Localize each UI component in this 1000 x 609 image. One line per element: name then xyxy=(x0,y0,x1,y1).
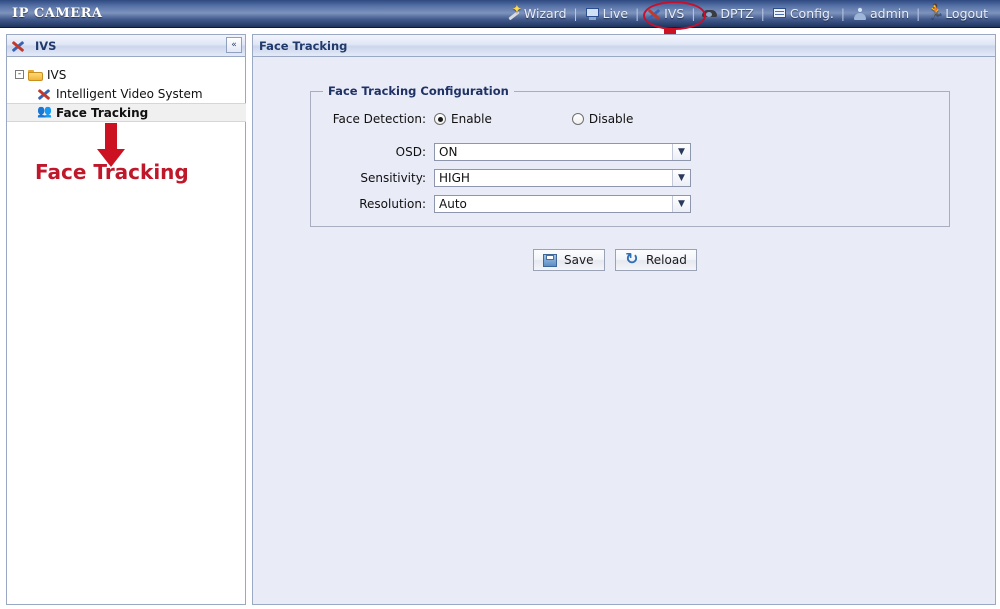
sensitivity-label: Sensitivity: xyxy=(360,171,426,185)
reload-icon xyxy=(625,249,640,268)
sensitivity-value: HIGH xyxy=(439,171,470,185)
nav-item-dptz[interactable]: DPTZ xyxy=(698,6,757,21)
content-panel: Face Tracking Face Tracking Configuratio… xyxy=(252,34,996,605)
nav-separator: | xyxy=(916,6,921,21)
osd-label: OSD: xyxy=(395,145,426,159)
tree-expander[interactable]: - xyxy=(15,70,24,79)
face-tracking-icon xyxy=(37,104,52,120)
fieldset-legend: Face Tracking Configuration xyxy=(323,84,514,98)
folder-icon xyxy=(28,69,43,81)
nav-label-live: Live xyxy=(602,6,629,21)
face-detection-row: Face Detection: Enable Disable xyxy=(311,112,634,126)
resolution-label: Resolution: xyxy=(359,197,426,211)
tree-node-intelligent-video-system[interactable]: Intelligent Video System xyxy=(15,84,245,103)
reload-button[interactable]: Reload xyxy=(615,249,697,271)
save-label: Save xyxy=(564,253,594,267)
save-icon xyxy=(543,253,558,268)
nav-label-admin: admin xyxy=(869,6,910,21)
annotation-label-face-tracking: Face Tracking xyxy=(35,160,189,184)
reload-label: Reload xyxy=(646,253,687,267)
osd-row: OSD: ON ▼ xyxy=(311,143,691,161)
app-brand: IP CAMERA xyxy=(12,6,103,21)
tree-node-root[interactable]: - IVS xyxy=(15,65,245,84)
sidebar-panel: IVS « - IVS Intelligent Video System Fac… xyxy=(6,34,246,605)
nav-separator: | xyxy=(840,6,845,21)
nav-label-dptz: DPTZ xyxy=(720,6,754,21)
top-bar: IP CAMERA Wizard | Live | IVS | DPTZ | C… xyxy=(0,0,1000,28)
main-nav: Wizard | Live | IVS | DPTZ | Config. | a… xyxy=(502,2,992,21)
chevron-down-icon[interactable]: ▼ xyxy=(672,144,690,160)
sensitivity-row: Sensitivity: HIGH ▼ xyxy=(311,169,691,187)
sidebar-collapse-button[interactable]: « xyxy=(226,37,242,53)
nav-item-config[interactable]: Config. xyxy=(768,6,838,21)
face-tracking-configuration-fieldset: Face Tracking Configuration Face Detecti… xyxy=(310,84,950,227)
action-button-row: Save Reload xyxy=(533,249,697,271)
resolution-value: Auto xyxy=(439,197,467,211)
sidebar-tree: - IVS Intelligent Video System Face Trac… xyxy=(7,57,246,122)
nav-label-logout: Logout xyxy=(945,6,988,21)
nav-label-config: Config. xyxy=(789,6,834,21)
face-detection-label: Face Detection: xyxy=(332,112,426,126)
nav-label-wizard: Wizard xyxy=(523,6,567,21)
radio-disable[interactable] xyxy=(571,113,584,125)
nav-item-admin[interactable]: admin xyxy=(848,6,913,21)
nav-item-logout[interactable]: Logout xyxy=(923,4,992,21)
resolution-select[interactable]: Auto ▼ xyxy=(434,195,691,213)
dome-camera-icon xyxy=(702,6,718,21)
osd-value: ON xyxy=(439,145,458,159)
wand-icon xyxy=(506,2,522,21)
radio-enable[interactable] xyxy=(434,113,446,125)
tree-node-face-tracking[interactable]: Face Tracking xyxy=(7,103,246,122)
nav-item-live[interactable]: Live xyxy=(581,6,633,21)
radio-disable-label: Disable xyxy=(588,112,634,126)
chevron-down-icon[interactable]: ▼ xyxy=(672,196,690,212)
osd-select[interactable]: ON ▼ xyxy=(434,143,691,161)
ivs-icon xyxy=(11,39,26,53)
tree-item-label: Face Tracking xyxy=(56,105,149,120)
monitor-icon xyxy=(585,6,600,21)
radio-enable-label: Enable xyxy=(451,112,492,126)
nav-label-ivs: IVS xyxy=(664,6,685,21)
sensitivity-select[interactable]: HIGH ▼ xyxy=(434,169,691,187)
ivs-icon xyxy=(646,6,661,21)
nav-separator: | xyxy=(635,6,640,21)
save-button[interactable]: Save xyxy=(533,249,605,271)
nav-separator: | xyxy=(691,6,696,21)
tree-item-label: Intelligent Video System xyxy=(56,86,203,101)
nav-item-ivs[interactable]: IVS xyxy=(642,6,688,21)
logout-icon xyxy=(927,4,944,21)
content-header: Face Tracking xyxy=(253,35,995,57)
nav-separator: | xyxy=(573,6,578,21)
nav-item-wizard[interactable]: Wizard xyxy=(502,2,571,21)
config-icon xyxy=(772,6,787,21)
chevron-down-icon[interactable]: ▼ xyxy=(672,170,690,186)
ivs-icon xyxy=(37,87,52,101)
resolution-row: Resolution: Auto ▼ xyxy=(311,195,691,213)
nav-separator: | xyxy=(760,6,765,21)
sidebar-header: IVS « xyxy=(7,35,245,57)
page-title: Face Tracking xyxy=(259,38,348,53)
sidebar-title: IVS xyxy=(35,38,57,53)
tree-root-label: IVS xyxy=(47,67,67,82)
user-icon xyxy=(852,6,867,21)
